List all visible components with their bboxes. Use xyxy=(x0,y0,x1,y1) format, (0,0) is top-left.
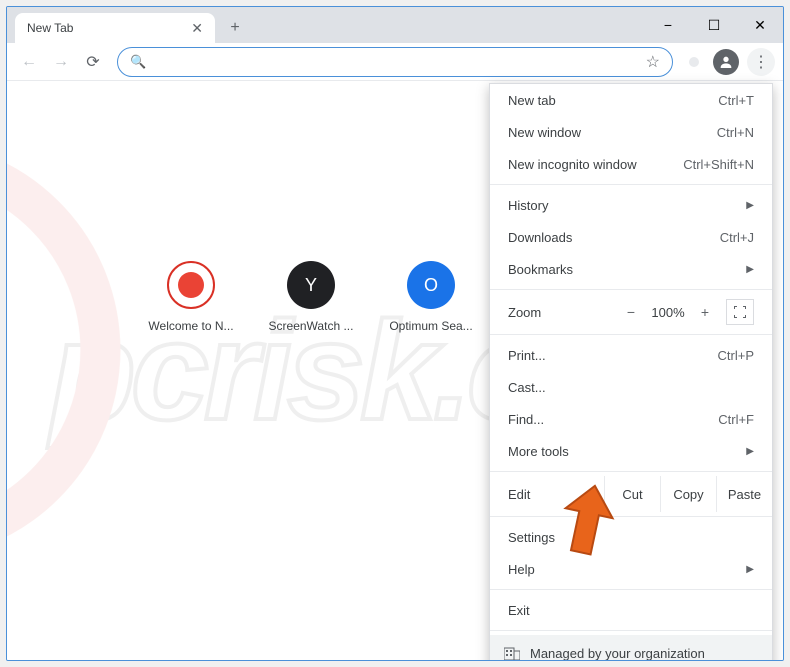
menu-help[interactable]: Help ▶ xyxy=(490,553,772,585)
shortcut-icon xyxy=(167,261,215,309)
shortcut-icon: O xyxy=(407,261,455,309)
menu-settings[interactable]: Settings xyxy=(490,521,772,553)
menu-history[interactable]: History ▶ xyxy=(490,189,772,221)
title-bar: New Tab ✕ + − ☐ ✕ xyxy=(7,7,783,43)
menu-separator xyxy=(490,471,772,472)
shortcut-label: Optimum Sea... xyxy=(389,319,472,333)
menu-separator xyxy=(490,630,772,631)
menu-separator xyxy=(490,589,772,590)
window-controls: − ☐ ✕ xyxy=(645,7,783,43)
menu-more-tools[interactable]: More tools ▶ xyxy=(490,435,772,467)
menu-print[interactable]: Print... Ctrl+P xyxy=(490,339,772,371)
chrome-menu: New tab Ctrl+T New window Ctrl+N New inc… xyxy=(489,83,773,661)
menu-managed-by-org[interactable]: Managed by your organization xyxy=(490,635,772,661)
menu-downloads[interactable]: Downloads Ctrl+J xyxy=(490,221,772,253)
building-icon xyxy=(504,646,520,660)
shortcut-label: Welcome to N... xyxy=(148,319,233,333)
forward-button[interactable]: → xyxy=(47,48,75,76)
fullscreen-button[interactable] xyxy=(726,299,754,325)
menu-separator xyxy=(490,334,772,335)
shortcut-icon: Y xyxy=(287,261,335,309)
profile-avatar[interactable] xyxy=(713,49,739,75)
menu-zoom: Zoom − 100% + xyxy=(490,294,772,330)
maximize-button[interactable]: ☐ xyxy=(691,7,737,43)
reload-button[interactable]: ⟳ xyxy=(79,48,107,76)
fullscreen-icon xyxy=(734,306,746,318)
chevron-right-icon: ▶ xyxy=(746,264,754,275)
chevron-right-icon: ▶ xyxy=(746,200,754,211)
close-tab-icon[interactable]: ✕ xyxy=(191,20,203,37)
minimize-button[interactable]: − xyxy=(645,7,691,43)
browser-tab[interactable]: New Tab ✕ xyxy=(15,13,215,43)
shortcut-tile[interactable]: Y ScreenWatch ... xyxy=(267,261,355,333)
edit-copy-button[interactable]: Copy xyxy=(660,476,716,512)
edit-paste-button[interactable]: Paste xyxy=(716,476,772,512)
menu-incognito[interactable]: New incognito window Ctrl+Shift+N xyxy=(490,148,772,180)
browser-window: New Tab ✕ + − ☐ ✕ ← → ⟳ 🔍 ☆ ⋮ pcrisk.com xyxy=(6,6,784,661)
menu-separator xyxy=(490,184,772,185)
menu-separator xyxy=(490,289,772,290)
back-button[interactable]: ← xyxy=(15,48,43,76)
user-icon xyxy=(718,54,734,70)
new-tab-button[interactable]: + xyxy=(221,13,249,43)
menu-separator xyxy=(490,516,772,517)
bookmark-star-icon[interactable]: ☆ xyxy=(646,52,660,72)
zoom-value: 100% xyxy=(646,305,690,320)
chevron-right-icon: ▶ xyxy=(746,564,754,575)
main-menu-button[interactable]: ⋮ xyxy=(747,48,775,76)
menu-cast[interactable]: Cast... xyxy=(490,371,772,403)
shortcut-label: ScreenWatch ... xyxy=(269,319,354,333)
zoom-in-button[interactable]: + xyxy=(690,304,720,320)
zoom-out-button[interactable]: − xyxy=(616,304,646,320)
close-window-button[interactable]: ✕ xyxy=(737,7,783,43)
edit-cut-button[interactable]: Cut xyxy=(604,476,660,512)
toolbar: ← → ⟳ 🔍 ☆ ⋮ xyxy=(7,43,783,81)
shortcut-tile[interactable]: O Optimum Sea... xyxy=(387,261,475,333)
menu-edit: Edit Cut Copy Paste xyxy=(490,476,772,512)
chevron-right-icon: ▶ xyxy=(746,446,754,457)
menu-exit[interactable]: Exit xyxy=(490,594,772,626)
tab-title: New Tab xyxy=(27,21,73,35)
shortcut-tile[interactable]: Welcome to N... xyxy=(147,261,235,333)
address-bar[interactable]: 🔍 ☆ xyxy=(117,47,673,77)
menu-new-window[interactable]: New window Ctrl+N xyxy=(490,116,772,148)
search-icon: 🔍 xyxy=(130,54,146,70)
menu-find[interactable]: Find... Ctrl+F xyxy=(490,403,772,435)
menu-new-tab[interactable]: New tab Ctrl+T xyxy=(490,84,772,116)
extension-indicator[interactable] xyxy=(689,57,699,67)
menu-bookmarks[interactable]: Bookmarks ▶ xyxy=(490,253,772,285)
